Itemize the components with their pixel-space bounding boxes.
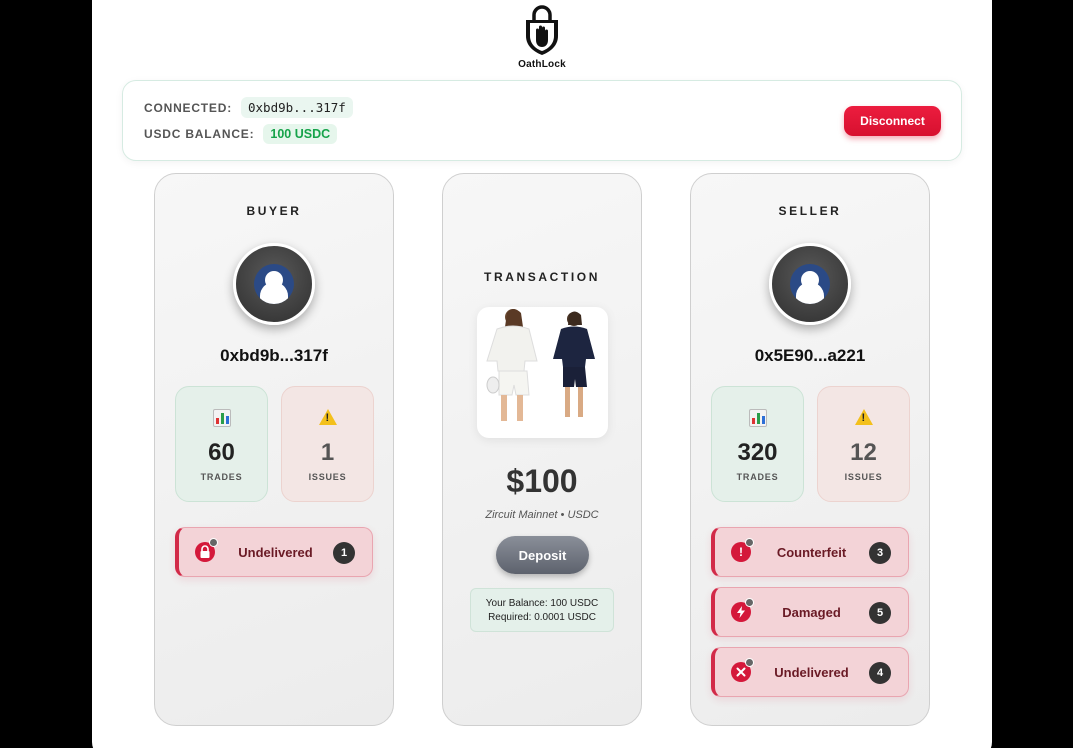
- balance-info-box: Your Balance: 100 USDC Required: 0.0001 …: [470, 588, 614, 632]
- seller-dispute-undelivered[interactable]: Undelivered 4: [711, 647, 909, 697]
- transaction-title: TRANSACTION: [484, 270, 600, 284]
- your-balance-text: Your Balance: 100 USDC: [485, 598, 599, 609]
- seller-dispute-damaged[interactable]: Damaged 5: [711, 587, 909, 637]
- connected-address: 0xbd9b...317f: [241, 97, 353, 118]
- seller-title: SELLER: [778, 204, 842, 218]
- dispute-count-badge: 4: [869, 662, 891, 684]
- seller-trades-count: 320: [737, 439, 778, 466]
- seller-trades-label: TRADES: [736, 472, 779, 482]
- dispute-count-badge: 1: [333, 542, 355, 564]
- seller-issues-card: ! 12 ISSUES: [817, 386, 910, 502]
- buyer-panel: BUYER 0xbd9b...317f 60 TRADES ! 1 ISSUES…: [154, 173, 394, 726]
- buyer-issues-card: ! 1 ISSUES: [281, 386, 374, 502]
- buyer-issues-label: ISSUES: [308, 472, 347, 482]
- bar-chart-icon: [748, 409, 767, 427]
- usdc-balance-label: USDC BALANCE:: [144, 127, 255, 141]
- disconnect-button[interactable]: Disconnect: [844, 106, 941, 136]
- connected-label: CONNECTED:: [144, 100, 232, 115]
- buyer-trades-label: TRADES: [200, 472, 243, 482]
- buyer-trades-card: 60 TRADES: [175, 386, 268, 502]
- required-amount-text: Required: 0.0001 USDC: [488, 612, 596, 623]
- buyer-dispute-undelivered[interactable]: Undelivered 1: [175, 527, 373, 577]
- seller-issues-label: ISSUES: [844, 472, 883, 482]
- network-label: Zircuit Mainnet • USDC: [485, 509, 599, 521]
- bar-chart-icon: [212, 409, 231, 427]
- seller-avatar: [769, 243, 851, 325]
- buyer-avatar: [233, 243, 315, 325]
- dispute-count-badge: 5: [869, 602, 891, 624]
- connected-row: CONNECTED: 0xbd9b...317f: [144, 97, 353, 118]
- transaction-price: $100: [506, 463, 578, 499]
- buyer-wallet-address: 0xbd9b...317f: [220, 346, 328, 365]
- user-icon: [254, 264, 294, 304]
- app-page: OathLock CONNECTED: 0xbd9b...317f USDC B…: [92, 0, 992, 748]
- connection-bar: CONNECTED: 0xbd9b...317f USDC BALANCE: 1…: [122, 80, 962, 161]
- buyer-title: BUYER: [246, 204, 302, 218]
- dispute-count-badge: 3: [869, 542, 891, 564]
- product-image: [477, 307, 608, 438]
- seller-wallet-address: 0x5E90...a221: [754, 346, 866, 365]
- deposit-button[interactable]: Deposit: [496, 536, 589, 574]
- seller-dispute-counterfeit[interactable]: ! Counterfeit 3: [711, 527, 909, 577]
- transaction-panel: TRANSACTION $100 Zircuit Mainnet • USDC …: [442, 173, 642, 726]
- warning-icon: !: [318, 409, 337, 425]
- usdc-balance-value: 100 USDC: [263, 124, 338, 144]
- balance-row: USDC BALANCE: 100 USDC: [144, 124, 338, 144]
- buyer-trades-count: 60: [208, 439, 235, 466]
- seller-panel: SELLER 0x5E90...a221 320 TRADES ! 12 ISS…: [690, 173, 930, 726]
- app-name: OathLock: [518, 59, 566, 70]
- seller-issues-count: 12: [850, 439, 877, 466]
- warning-icon: !: [854, 409, 873, 425]
- seller-trades-card: 320 TRADES: [711, 386, 804, 502]
- oathlock-logo-icon: [522, 4, 562, 56]
- user-icon: [790, 264, 830, 304]
- buyer-issues-count: 1: [320, 439, 335, 466]
